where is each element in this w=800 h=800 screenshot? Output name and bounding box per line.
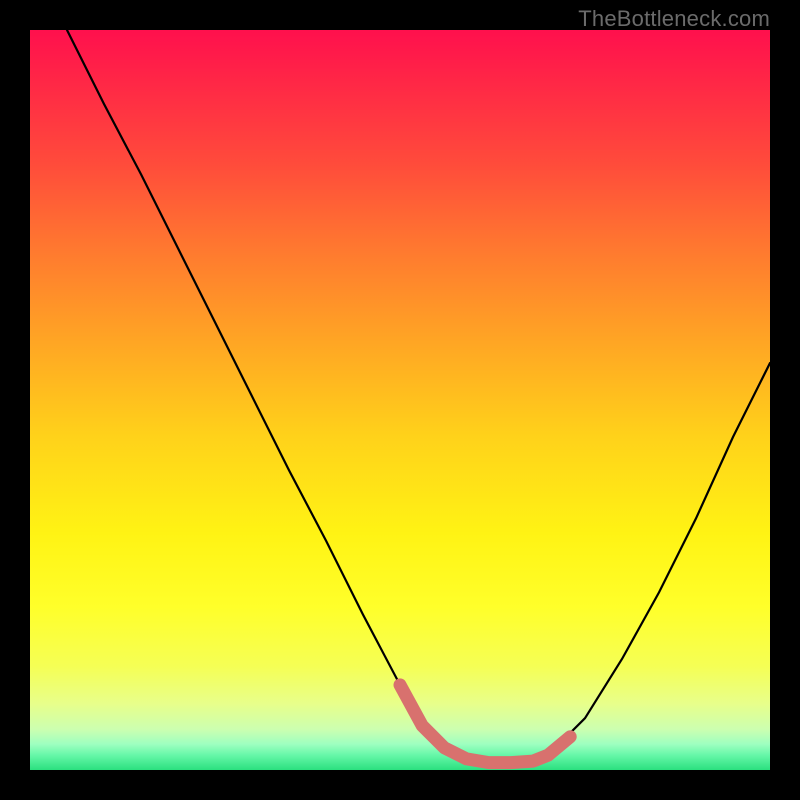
emphasis-segment: [400, 685, 570, 763]
plot-area: [30, 30, 770, 770]
watermark-text: TheBottleneck.com: [578, 6, 770, 32]
curve-path: [67, 30, 770, 763]
bottleneck-curve: [30, 30, 770, 770]
chart-frame: TheBottleneck.com: [0, 0, 800, 800]
